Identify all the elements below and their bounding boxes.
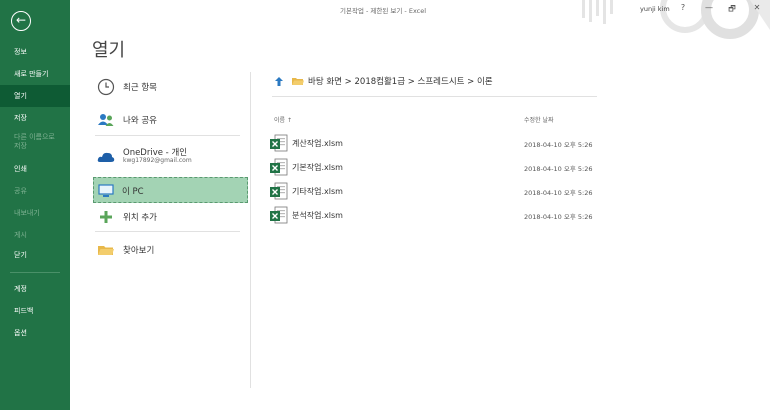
place-onedrive[interactable]: OneDrive - 개인 kwg17892@gmail.com [95, 141, 240, 173]
excel-file-icon [270, 182, 288, 200]
file-name: 기타작업.xlsm [292, 187, 343, 196]
pane-divider [250, 72, 251, 388]
nav-save-as[interactable]: 다른 이름으로 저장 [0, 131, 62, 155]
excel-file-icon [270, 134, 288, 152]
place-add-location-label: 위치 추가 [123, 213, 157, 223]
breadcrumb-folder-icon [292, 78, 304, 85]
onedrive-email: kwg17892@gmail.com [123, 157, 192, 164]
nav-publish[interactable]: 게시 [0, 224, 70, 246]
nav-options[interactable]: 옵션 [0, 322, 70, 344]
nav-close[interactable]: 닫기 [0, 244, 70, 266]
place-shared-label: 나와 공유 [123, 116, 157, 126]
computer-icon [98, 184, 114, 197]
file-name: 계산작업.xlsm [292, 139, 343, 148]
onedrive-cloud-icon [97, 152, 115, 162]
nav-account[interactable]: 계정 [0, 278, 70, 300]
restore-button[interactable]: 🗗 [725, 3, 739, 17]
back-arrow-icon[interactable]: ← [11, 11, 31, 31]
nav-share[interactable]: 공유 [0, 180, 70, 202]
nav-print[interactable]: 인쇄 [0, 158, 70, 180]
column-header-modified[interactable]: 수정한 날짜 [524, 115, 554, 124]
nav-info[interactable]: 정보 [0, 41, 70, 63]
plus-icon [100, 211, 112, 223]
place-recent[interactable]: 최근 항목 [95, 74, 240, 100]
file-date: 2018-04-10 오후 5:26 [524, 213, 593, 221]
backstage-sidebar: ← 정보 새로 만들기 열기 저장 다른 이름으로 저장 인쇄 공유 내보내기 … [0, 0, 70, 410]
folder-icon [98, 246, 114, 255]
place-browse[interactable]: 찾아보기 [95, 237, 240, 263]
nav-new[interactable]: 새로 만들기 [0, 63, 70, 85]
file-row[interactable]: 분석작업.xlsm 2018-04-10 오후 5:26 [270, 204, 630, 226]
window-title: 기본작업 - 제한된 보기 - Excel [340, 7, 427, 15]
place-this-pc-label: 이 PC [122, 187, 144, 197]
clock-icon [97, 78, 115, 96]
breadcrumb[interactable]: 바탕 화면 > 2018컴활1급 > 스프레드시트 > 이론 [308, 75, 493, 87]
shared-people-icon [98, 114, 114, 126]
help-button[interactable]: ? [676, 3, 690, 12]
nav-divider [10, 272, 60, 273]
file-date: 2018-04-10 오후 5:26 [524, 189, 593, 197]
file-date: 2018-04-10 오후 5:26 [524, 141, 593, 149]
title-bar: 기본작업 - 제한된 보기 - Excel yunji kim ? — 🗗 ✕ [70, 0, 773, 39]
excel-file-icon [270, 158, 288, 176]
nav-feedback[interactable]: 피드백 [0, 300, 70, 322]
nav-export[interactable]: 내보내기 [0, 202, 70, 224]
nav-open[interactable]: 열기 [0, 85, 70, 107]
file-row[interactable]: 기타작업.xlsm 2018-04-10 오후 5:26 [270, 180, 630, 202]
file-row[interactable]: 기본작업.xlsm 2018-04-10 오후 5:26 [270, 156, 630, 178]
close-button[interactable]: ✕ [750, 3, 764, 12]
places-divider [95, 135, 240, 136]
place-this-pc[interactable]: 이 PC [93, 177, 248, 203]
file-name: 기본작업.xlsm [292, 163, 343, 172]
place-browse-label: 찾아보기 [123, 246, 155, 256]
minimize-button[interactable]: — [702, 3, 716, 12]
file-name: 분석작업.xlsm [292, 211, 343, 220]
place-shared[interactable]: 나와 공유 [95, 107, 240, 133]
place-add-location[interactable]: 위치 추가 [95, 204, 240, 230]
up-arrow-icon[interactable] [274, 76, 284, 87]
page-title: 열기 [92, 40, 126, 61]
nav-save[interactable]: 저장 [0, 107, 70, 129]
file-date: 2018-04-10 오후 5:26 [524, 165, 593, 173]
excel-file-icon [270, 206, 288, 224]
place-recent-label: 최근 항목 [123, 83, 157, 93]
file-row[interactable]: 계산작업.xlsm 2018-04-10 오후 5:26 [270, 132, 630, 154]
user-name[interactable]: yunji kim [640, 5, 670, 13]
decorative-pattern-icon [582, 0, 770, 39]
breadcrumb-underline [272, 96, 597, 97]
column-header-name[interactable]: 이름 ↑ [274, 115, 292, 124]
places-divider-2 [95, 231, 240, 232]
